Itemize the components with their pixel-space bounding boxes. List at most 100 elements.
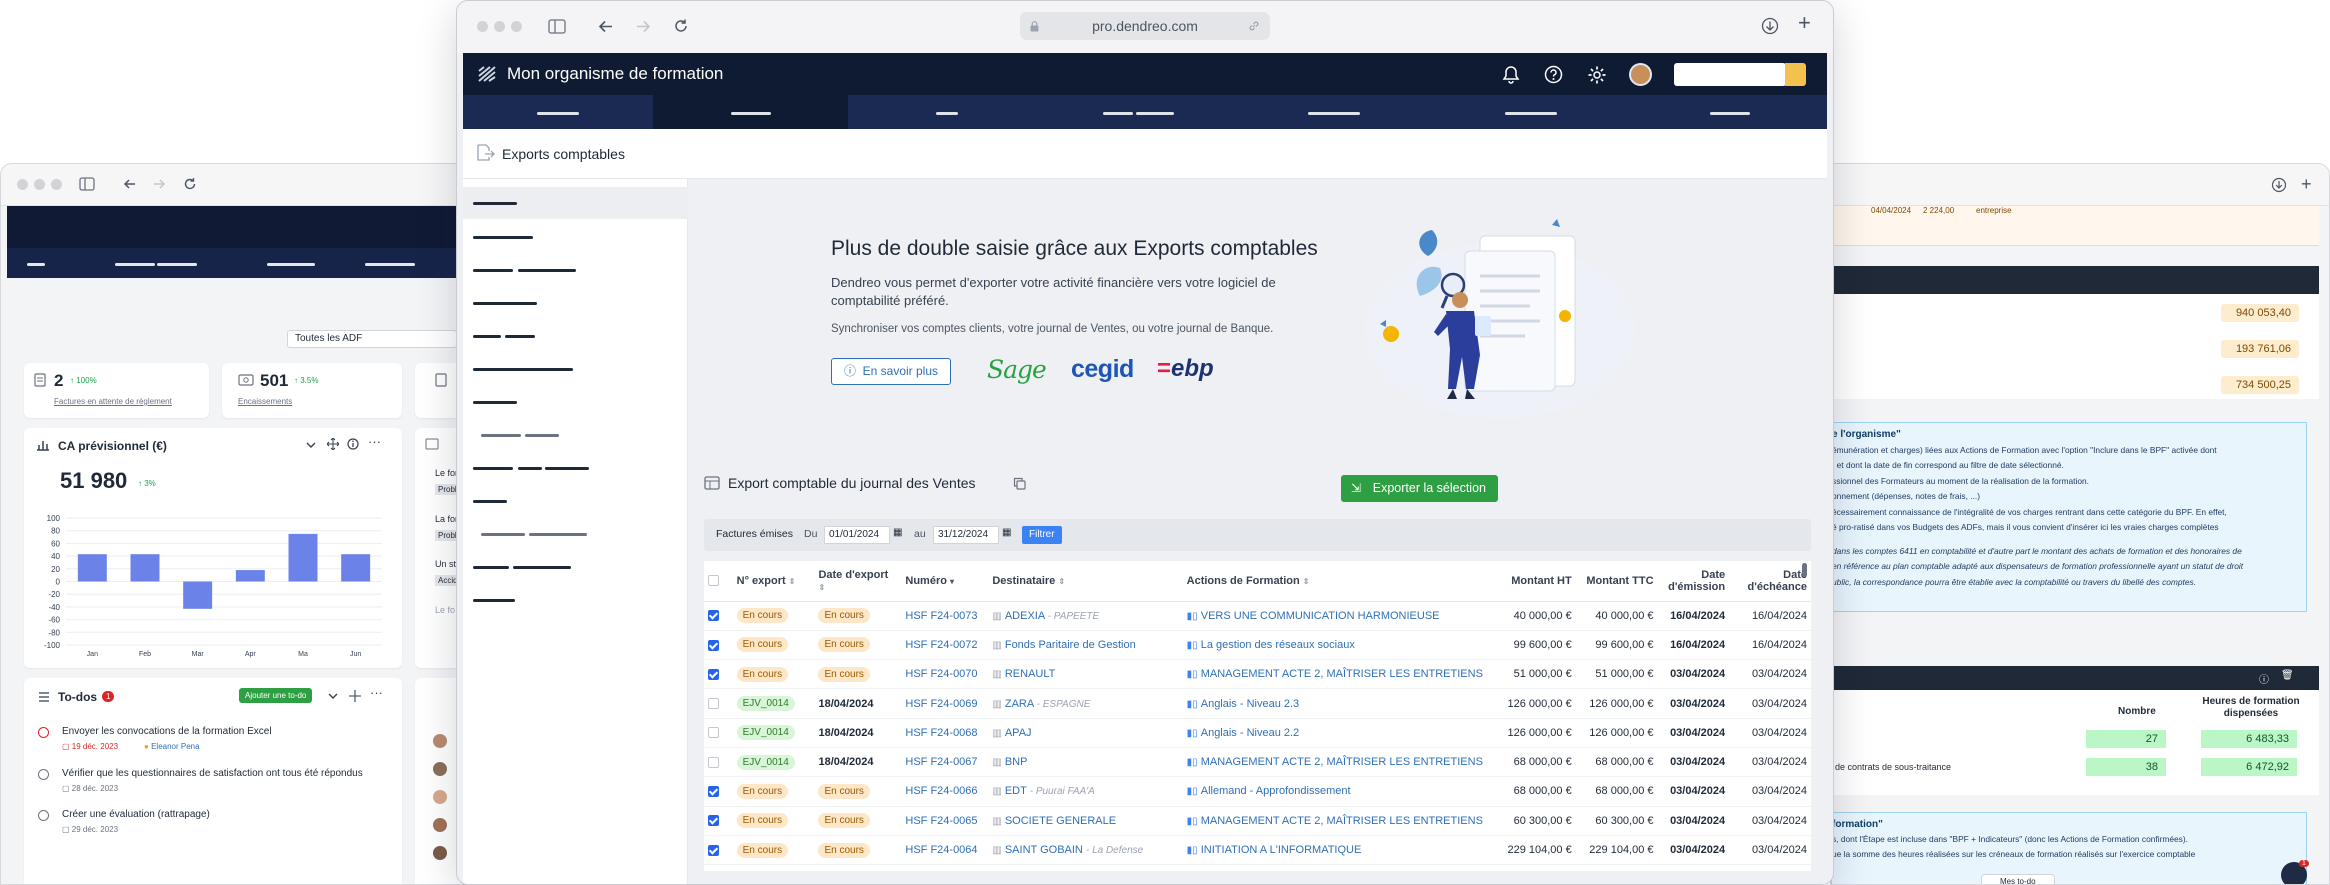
- nav-tab[interactable]: [1043, 95, 1238, 129]
- side-menu-item[interactable]: [463, 384, 688, 417]
- column-header[interactable]: Montant HT: [1493, 561, 1576, 602]
- invoice-number-cell[interactable]: HSF F24-0069: [901, 688, 989, 719]
- nav-tab[interactable]: [1628, 95, 1828, 129]
- side-menu-item[interactable]: [463, 252, 688, 285]
- row-checkbox[interactable]: [708, 786, 719, 798]
- invoice-number-link[interactable]: HSF F24-0067: [905, 756, 977, 768]
- invoice-number-link[interactable]: HSF F24-0065: [905, 815, 977, 827]
- invoice-number-link[interactable]: HSF F24-0070: [905, 668, 977, 680]
- user-avatar[interactable]: [1629, 63, 1652, 86]
- todo-checkbox[interactable]: [38, 810, 49, 821]
- nav-tab[interactable]: [463, 95, 653, 129]
- recipient-link[interactable]: SAINT GOBAIN: [1005, 844, 1083, 856]
- window-minimize-button[interactable]: [494, 21, 505, 32]
- table-row[interactable]: En cours En cours HSF F24-0064 ▥ SAINT GOBA…: [704, 835, 1811, 866]
- sidebar-toggle-icon[interactable]: [79, 177, 95, 191]
- chart-bar[interactable]: [288, 533, 318, 582]
- forward-arrow-icon[interactable]: [635, 19, 651, 34]
- invoice-number-link[interactable]: HSF F24-0068: [905, 727, 977, 739]
- row-checkbox[interactable]: [708, 639, 719, 651]
- window-close-button[interactable]: [17, 179, 28, 190]
- side-menu-item[interactable]: [463, 417, 688, 450]
- new-tab-icon[interactable]: +: [1798, 12, 1811, 34]
- training-action-link[interactable]: Anglais - Niveau 2.2: [1201, 727, 1299, 739]
- back-arrow-icon[interactable]: [123, 177, 137, 191]
- recipient-cell[interactable]: ▥ BNP: [988, 747, 1183, 778]
- table-scrollbar[interactable]: [1802, 563, 1807, 577]
- download-icon[interactable]: [2271, 177, 2287, 193]
- table-row[interactable]: EJV_0014 18/04/2024 HSF F24-0068 ▥ APAJ ▮▯ A…: [704, 718, 1811, 748]
- invoice-number-link[interactable]: HSF F24-0069: [905, 698, 977, 710]
- header-action-button[interactable]: [1785, 63, 1806, 86]
- recipient-cell[interactable]: ▥ RENAULT: [988, 659, 1183, 690]
- reload-icon[interactable]: [673, 18, 689, 34]
- invoice-number-link[interactable]: HSF F24-0066: [905, 785, 977, 797]
- todo-text[interactable]: Créer une évaluation (rattrapage): [62, 809, 210, 820]
- date-from-input[interactable]: 01/01/2024: [824, 526, 890, 544]
- row-checkbox[interactable]: [708, 756, 719, 768]
- training-action-link[interactable]: VERS UNE COMMUNICATION HARMONIEUSE: [1201, 610, 1440, 622]
- window-zoom-button[interactable]: [511, 21, 522, 32]
- info-icon[interactable]: ⓘ: [2259, 671, 2269, 686]
- training-action-cell[interactable]: ▮▯ Anglais - Niveau 2.3: [1182, 688, 1494, 719]
- column-header[interactable]: Destinataire ⇕: [988, 561, 1183, 602]
- table-row[interactable]: EJV_0014 18/04/2024 HSF F24-0067 ▥ BNP ▮▯ MA…: [704, 747, 1811, 778]
- todo-checkbox[interactable]: [38, 769, 49, 780]
- invoice-number-cell[interactable]: HSF F24-0072: [901, 630, 989, 661]
- training-action-cell[interactable]: ▮▯ INITIATION A L'INFORMATIQUE: [1182, 835, 1494, 866]
- copy-icon[interactable]: [1013, 477, 1026, 490]
- training-action-link[interactable]: Anglais - Niveau 2.3: [1201, 698, 1299, 710]
- move-icon[interactable]: [327, 438, 339, 450]
- invoice-number-cell[interactable]: HSF F24-0068: [901, 718, 989, 748]
- filter-button[interactable]: Filtrer: [1022, 526, 1062, 544]
- recipient-link[interactable]: APAJ: [1005, 727, 1032, 739]
- side-menu-item[interactable]: [463, 582, 688, 615]
- invoice-number-cell[interactable]: HSF F24-0070: [901, 659, 989, 690]
- row-checkbox[interactable]: [708, 727, 719, 739]
- row-checkbox[interactable]: [708, 610, 719, 622]
- move-icon[interactable]: [349, 690, 361, 702]
- sidebar-toggle-icon[interactable]: [548, 19, 566, 34]
- recipient-cell[interactable]: ▥ Fonds Paritaire de Gestion: [988, 630, 1183, 661]
- chart-bar[interactable]: [130, 554, 160, 582]
- table-row[interactable]: En cours En cours HSF F24-0070 ▥ RENAULT ▮▯ …: [704, 659, 1811, 690]
- side-menu-item[interactable]: [463, 285, 688, 318]
- dendreo-logo-icon[interactable]: [477, 65, 497, 83]
- trash-icon[interactable]: 🗑: [2281, 670, 2294, 681]
- stat-label[interactable]: Encaissements: [238, 397, 292, 406]
- side-menu-item[interactable]: [463, 516, 688, 549]
- column-header[interactable]: N° export ⇕: [732, 561, 815, 602]
- stat-label[interactable]: Factures en attente de règlement: [54, 397, 172, 406]
- info-icon[interactable]: [347, 438, 359, 450]
- column-header[interactable]: Date d'émission: [1657, 561, 1730, 602]
- row-select-cell[interactable]: [704, 659, 733, 690]
- column-header[interactable]: Numéro ▾: [901, 561, 989, 602]
- side-menu-item[interactable]: [463, 351, 688, 384]
- nav-tab[interactable]: [1433, 95, 1628, 129]
- training-action-cell[interactable]: ▮▯ MANAGEMENT ACTE 2, MAÎTRISER LES ENTR…: [1182, 659, 1494, 690]
- more-options-icon[interactable]: ···: [368, 434, 381, 449]
- training-action-link[interactable]: La gestion des réseaux sociaux: [1201, 639, 1355, 651]
- training-action-link[interactable]: MANAGEMENT ACTE 2, MAÎTRISER LES ENTRETI…: [1201, 815, 1483, 827]
- row-select-cell[interactable]: [704, 601, 733, 631]
- select-all-header[interactable]: [704, 561, 733, 602]
- window-close-button[interactable]: [477, 21, 488, 32]
- download-icon[interactable]: [1761, 17, 1779, 35]
- recipient-link[interactable]: EDT: [1005, 785, 1027, 797]
- bell-icon[interactable]: [1502, 65, 1520, 84]
- export-status-badge[interactable]: EJV_0014: [736, 725, 795, 741]
- invoice-number-cell[interactable]: HSF F24-0064: [901, 835, 989, 866]
- date-to-input[interactable]: 31/12/2024: [933, 526, 999, 544]
- row-select-cell[interactable]: [704, 630, 733, 661]
- side-menu-item-active[interactable]: [463, 187, 688, 219]
- export-status-badge[interactable]: EJV_0014: [736, 754, 795, 770]
- column-header[interactable]: Date d'échéance: [1729, 561, 1811, 602]
- row-checkbox[interactable]: [708, 698, 719, 710]
- recipient-cell[interactable]: ▥ SAINT GOBAIN - La Defense: [988, 835, 1183, 866]
- row-select-cell[interactable]: [704, 718, 733, 748]
- training-action-cell[interactable]: ▮▯ MANAGEMENT ACTE 2, MAÎTRISER LES ENTR…: [1182, 747, 1494, 778]
- todo-checkbox[interactable]: [38, 727, 49, 738]
- chart-bar[interactable]: [341, 554, 371, 582]
- training-action-cell[interactable]: ▮▯ MANAGEMENT ACTE 2, MAÎTRISER LES ENTR…: [1182, 806, 1494, 836]
- invoice-number-cell[interactable]: HSF F24-0066: [901, 776, 989, 807]
